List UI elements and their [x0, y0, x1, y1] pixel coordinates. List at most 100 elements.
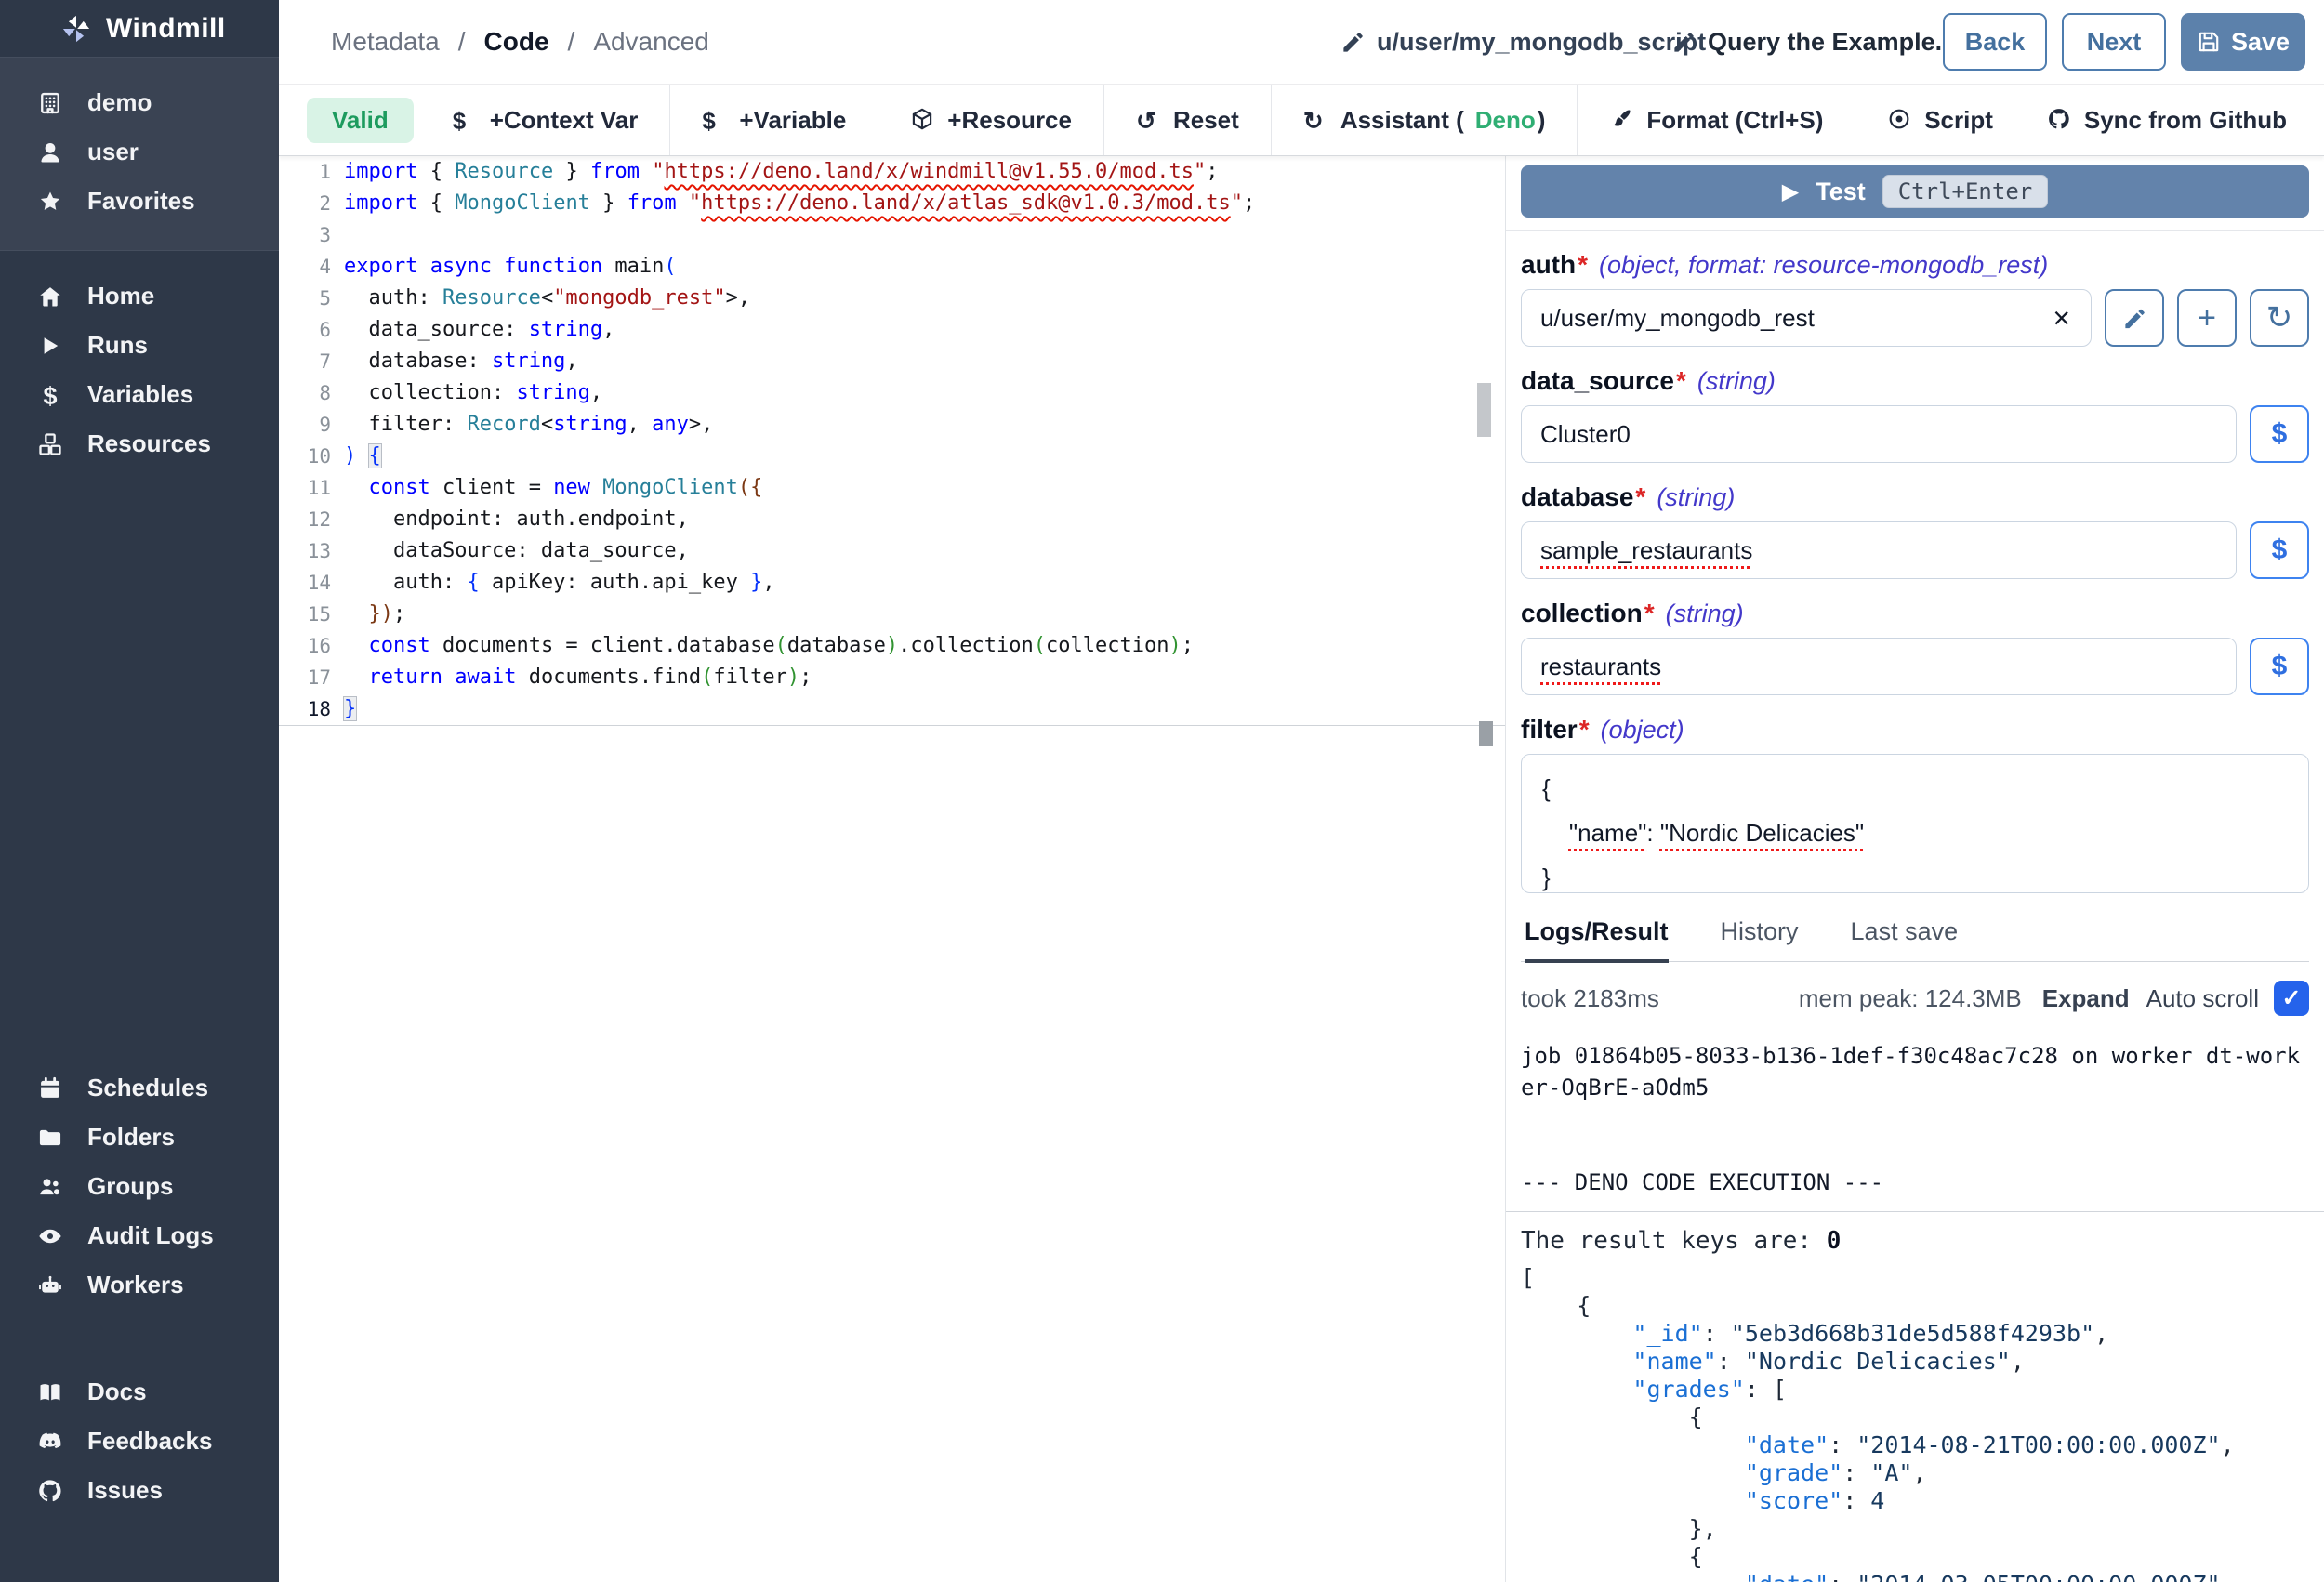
sidebar-item-folders[interactable]: Folders [0, 1113, 279, 1162]
code-line[interactable]: 5 auth: Resource<"mongodb_rest">, [279, 283, 1505, 314]
result-tabs: Logs/Result History Last save [1521, 917, 2309, 962]
code-line[interactable]: 14 auth: { apiKey: auth.api_key }, [279, 567, 1505, 599]
collection-input[interactable]: restaurants [1521, 638, 2237, 695]
sidebar-item-variables[interactable]: $Variables [0, 370, 279, 419]
line-number: 12 [279, 504, 344, 535]
main-area: Metadata / Code / Advanced u/user/my_mon… [279, 0, 2324, 1582]
code-line[interactable]: 12 endpoint: auth.endpoint, [279, 504, 1505, 535]
editor-scrollbar-corner[interactable] [1479, 721, 1493, 746]
code-line[interactable]: 6 data_source: string, [279, 314, 1505, 346]
clear-icon[interactable]: × [2053, 303, 2070, 333]
workspace-section: demo userFavorites [0, 58, 279, 251]
eye-icon [37, 1223, 63, 1249]
sidebar-item-demo[interactable]: demo [0, 78, 279, 127]
sidebar-item-user[interactable]: user [0, 127, 279, 177]
next-button[interactable]: Next [2062, 13, 2166, 71]
data-source-var-button[interactable]: $ [2250, 405, 2309, 463]
sidebar-item-audit-logs[interactable]: Audit Logs [0, 1211, 279, 1260]
toolbar-item-variable[interactable]: $+Variable [669, 85, 878, 155]
tab-logs-result[interactable]: Logs/Result [1525, 917, 1669, 963]
calendar-icon [37, 1075, 63, 1101]
building-icon [37, 90, 63, 116]
code-line[interactable]: 18} [279, 693, 1505, 725]
tab-last-save[interactable]: Last save [1851, 917, 1959, 961]
toolbar-item-resource[interactable]: +Resource [878, 85, 1103, 155]
tab-history[interactable]: History [1721, 917, 1799, 961]
line-number: 15 [279, 599, 344, 630]
data-source-input[interactable]: Cluster0 [1521, 405, 2237, 463]
toolbar-item-reset[interactable]: ↺Reset [1103, 85, 1271, 155]
breadcrumb-code[interactable]: Code [484, 27, 549, 57]
sidebar-item-resources[interactable]: Resources [0, 419, 279, 468]
sidebar-item-favorites[interactable]: Favorites [0, 177, 279, 226]
code-line[interactable]: 1import { Resource } from "https://deno.… [279, 156, 1505, 188]
back-button[interactable]: Back [1943, 13, 2047, 71]
script-summary[interactable]: Query the Example... [1671, 28, 1956, 57]
result-json-line: "grades": [ [1521, 1376, 2309, 1404]
code-line[interactable]: 11 const client = new MongoClient({ [279, 472, 1505, 504]
code-line[interactable]: 15 }); [279, 599, 1505, 630]
code-line[interactable]: 17 return await documents.find(filter); [279, 662, 1505, 693]
breadcrumb-metadata[interactable]: Metadata [331, 27, 440, 57]
code-line[interactable]: 16 const documents = client.database(dat… [279, 630, 1505, 662]
panel-divider [1506, 230, 2324, 231]
code-line[interactable]: 13 dataSource: data_source, [279, 535, 1505, 567]
brand[interactable]: Windmill [0, 0, 279, 58]
line-number: 1 [279, 156, 344, 188]
toolbar-item-assistant-deno[interactable]: ↻Assistant (Deno) [1271, 85, 1578, 155]
code-line[interactable]: 7 database: string, [279, 346, 1505, 377]
save-button[interactable]: Save [2181, 13, 2305, 71]
sidebar-item-home[interactable]: Home [0, 271, 279, 321]
breadcrumb-separator: / [458, 27, 466, 57]
code-line[interactable]: 8 collection: string, [279, 377, 1505, 409]
pencil-icon [2122, 306, 2147, 331]
add-resource-button[interactable]: + [2177, 289, 2237, 347]
sidebar-item-issues[interactable]: Issues [0, 1466, 279, 1515]
star-icon [37, 189, 63, 215]
toolbar-item-format-ctrl-s[interactable]: Format (Ctrl+S) [1577, 85, 1855, 155]
sidebar-item-workers[interactable]: Workers [0, 1260, 279, 1310]
sidebar-item-docs[interactable]: Docs [0, 1367, 279, 1417]
sidebar-item-label: Home [87, 282, 154, 310]
code-line[interactable]: 10) { [279, 441, 1505, 472]
line-number: 14 [279, 567, 344, 599]
auth-resource-input[interactable]: u/user/my_mongodb_rest × [1521, 289, 2092, 347]
breadcrumb-advanced[interactable]: Advanced [593, 27, 709, 57]
expand-button[interactable]: Expand [2042, 984, 2130, 1013]
sidebar-item-feedbacks[interactable]: Feedbacks [0, 1417, 279, 1466]
field-auth-type: (object, format: resource-mongodb_rest) [1599, 251, 2048, 280]
autoscroll-checkbox[interactable]: ✓ [2274, 981, 2309, 1016]
editor-scrollbar-thumb[interactable] [1477, 383, 1491, 437]
database-var-button[interactable]: $ [2250, 521, 2309, 579]
code-line[interactable]: 2import { MongoClient } from "https://de… [279, 188, 1505, 219]
sidebar-item-label: demo [87, 88, 152, 117]
required-mark: * [1644, 599, 1655, 628]
refresh-resource-button[interactable]: ↻ [2250, 289, 2309, 347]
editor-toolbar: Valid $+Context Var$+Variable+Resource↺R… [279, 84, 2324, 156]
toolbar-item-sync-from-github[interactable]: Sync from Github [2047, 106, 2287, 135]
edit-resource-button[interactable] [2105, 289, 2164, 347]
sidebar-item-groups[interactable]: Groups [0, 1162, 279, 1211]
sidebar-item-label: Groups [87, 1172, 173, 1201]
sidebar-item-runs[interactable]: Runs [0, 321, 279, 370]
discord-icon [37, 1429, 63, 1455]
refresh-icon: ↻ [1303, 107, 1329, 133]
sidebar-item-schedules[interactable]: Schedules [0, 1063, 279, 1113]
result-json-line: "_id": "5eb3d668b31de5d588f4293b", [1521, 1320, 2309, 1348]
code-line[interactable]: 9 filter: Record<string, any>, [279, 409, 1505, 441]
editor-bottom-border [279, 725, 1505, 726]
filter-json-editor[interactable]: { "name": "Nordic Delicacies"} [1521, 754, 2309, 893]
github-icon [2047, 107, 2073, 133]
script-path[interactable]: u/user/my_mongodb_script [1340, 28, 1706, 57]
dollar-icon: $ [702, 107, 728, 133]
database-input[interactable]: sample_restaurants [1521, 521, 2237, 579]
code-line[interactable]: 3 [279, 219, 1505, 251]
toolbar-item-context-var[interactable]: $+Context Var [421, 85, 670, 155]
code-line[interactable]: 4export async function main( [279, 251, 1505, 283]
code-editor[interactable]: 1import { Resource } from "https://deno.… [279, 156, 1506, 1582]
required-mark: * [1578, 250, 1588, 280]
toolbar-item-script[interactable]: Script [1887, 106, 1993, 135]
test-button[interactable]: ▶ Test Ctrl+Enter [1521, 165, 2309, 218]
collection-var-button[interactable]: $ [2250, 638, 2309, 695]
autoscroll-label[interactable]: Auto scroll [2146, 984, 2259, 1013]
